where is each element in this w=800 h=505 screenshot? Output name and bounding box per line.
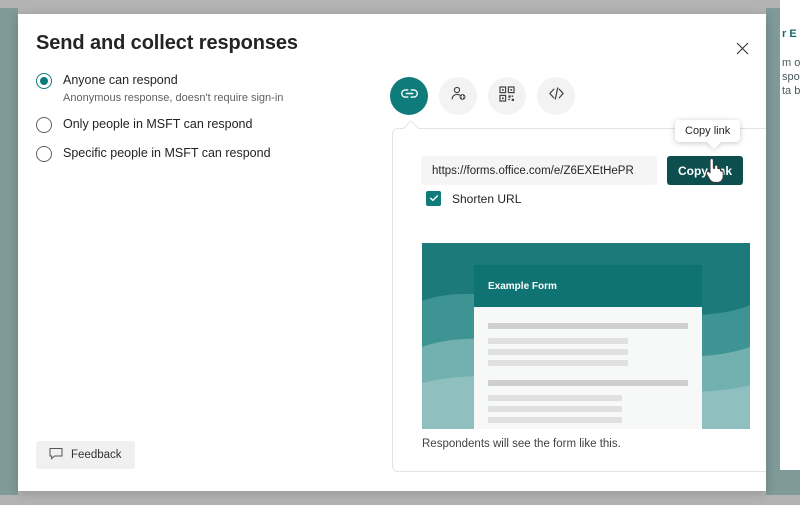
preview-form-card: Example Form (474, 265, 702, 429)
preview-caption: Respondents will see the form like this. (422, 438, 621, 450)
background-page-content: r E m o spon ta b (780, 0, 800, 470)
preview-title-bar (488, 323, 688, 329)
radio-option-label: Anyone can respond (63, 72, 283, 89)
response-audience-options: Anyone can respond Anonymous response, d… (36, 72, 366, 171)
preview-line-bar (488, 338, 628, 344)
background-text-fragment: spon (782, 71, 800, 83)
panel-caret (403, 121, 419, 130)
radio-indicator[interactable] (36, 117, 52, 133)
preview-line-bar (488, 395, 622, 401)
preview-line-bar (488, 360, 628, 366)
radio-indicator[interactable] (36, 146, 52, 162)
preview-line-bar (488, 417, 622, 423)
radio-option-only-people-in-org[interactable]: Only people in MSFT can respond (36, 116, 366, 133)
qr-code-icon (498, 85, 516, 108)
radio-option-anyone-can-respond[interactable]: Anyone can respond Anonymous response, d… (36, 72, 366, 106)
preview-form-title: Example Form (488, 281, 557, 292)
preview-question-group (488, 380, 688, 423)
page-title: Send and collect responses (36, 32, 298, 55)
shorten-url-label: Shorten URL (452, 192, 521, 206)
radio-indicator[interactable] (36, 73, 52, 89)
feedback-button[interactable]: Feedback (36, 441, 135, 469)
background-text-fragment: m o (782, 57, 800, 69)
preview-line-bar (488, 349, 628, 355)
speech-bubble-icon (49, 447, 63, 463)
link-icon (400, 84, 419, 108)
radio-option-specific-people[interactable]: Specific people in MSFT can respond (36, 145, 366, 162)
share-link-panel: Copy link https://forms.office.com/e/Z6E… (392, 128, 766, 472)
code-icon (547, 84, 566, 108)
preview-form-header: Example Form (474, 265, 702, 307)
preview-title-bar (488, 380, 688, 386)
tab-qr-code[interactable] (488, 77, 526, 115)
share-url-row: https://forms.office.com/e/Z6EXEtHePR Co… (421, 156, 743, 185)
share-url-input[interactable]: https://forms.office.com/e/Z6EXEtHePR (421, 156, 657, 185)
form-preview: Example Form (422, 243, 750, 429)
tab-embed-code[interactable] (537, 77, 575, 115)
checkmark-icon (429, 190, 439, 208)
preview-form-body (474, 307, 702, 423)
background-text-fragment: r E (782, 28, 797, 40)
person-add-icon (449, 84, 468, 108)
preview-line-bar (488, 406, 622, 412)
feedback-button-label: Feedback (71, 449, 122, 461)
radio-option-sublabel: Anonymous response, doesn't require sign… (63, 91, 283, 106)
send-and-collect-responses-dialog: Send and collect responses Anyone can re… (18, 14, 766, 491)
preview-question-group (488, 323, 688, 366)
tab-link[interactable] (390, 77, 428, 115)
copy-link-button[interactable]: Copy link (667, 156, 743, 185)
close-icon[interactable] (726, 32, 758, 64)
shorten-url-checkbox-row[interactable]: Shorten URL (426, 191, 521, 206)
shorten-url-checkbox[interactable] (426, 191, 441, 206)
background-text-fragment: ta b (782, 85, 800, 97)
share-method-tabs (390, 77, 575, 115)
backdrop-left-strip (0, 8, 18, 495)
tab-invite-people[interactable] (439, 77, 477, 115)
copy-link-tooltip: Copy link (675, 120, 740, 142)
radio-option-label: Specific people in MSFT can respond (63, 145, 271, 162)
radio-option-label: Only people in MSFT can respond (63, 116, 252, 133)
